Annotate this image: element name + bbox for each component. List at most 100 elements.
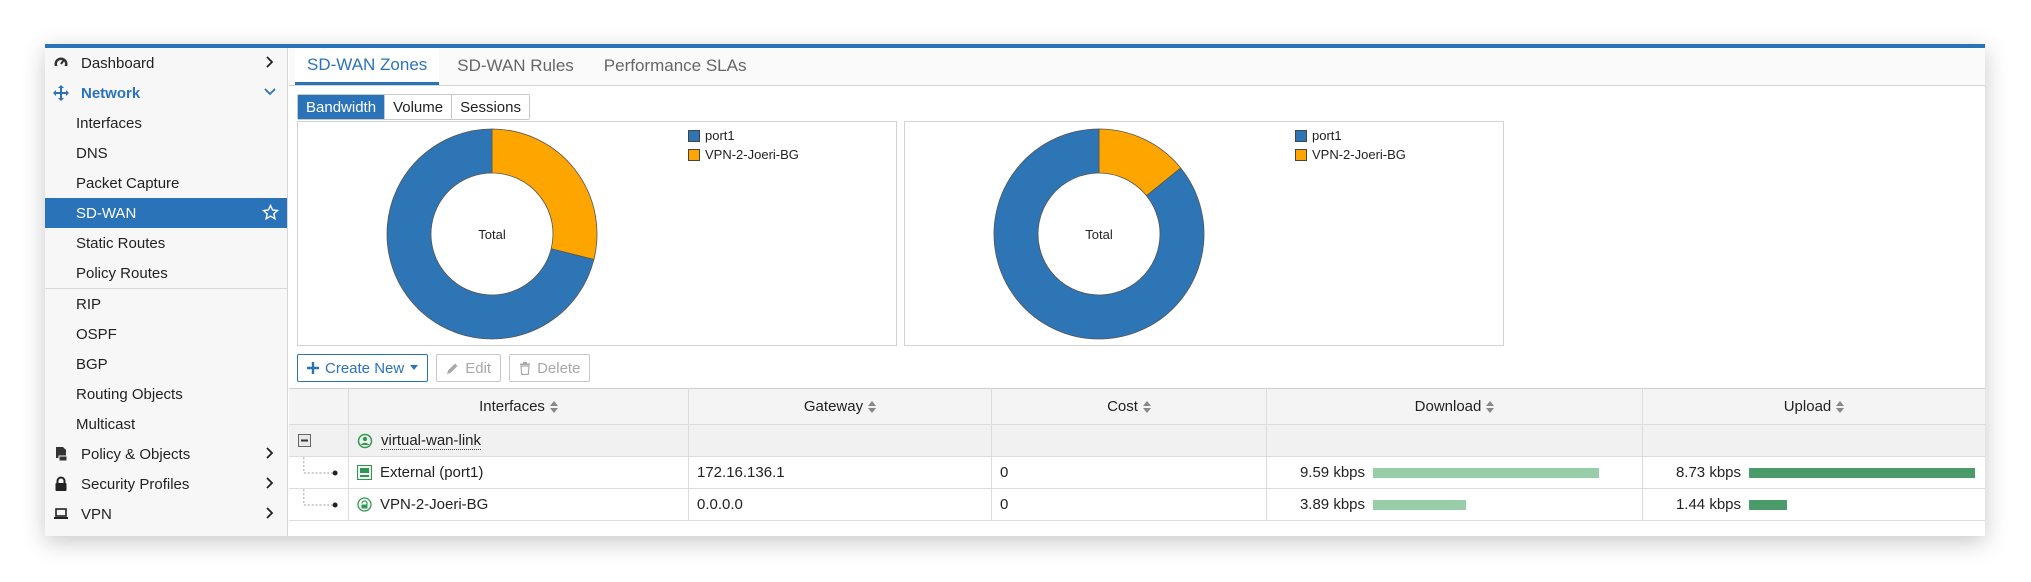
download-chart: Total port1 VPN-2-Joeri-BG — [297, 121, 897, 346]
donut-chart-2: Total — [993, 128, 1205, 340]
legend-swatch — [688, 129, 700, 142]
upload-bar-fill — [1749, 467, 1975, 478]
table-row[interactable]: External (port1) 172.16.136.1 0 9.59 kbp… — [289, 456, 1985, 489]
plus-icon — [307, 362, 319, 374]
gateway-cell: 172.16.136.1 — [689, 457, 992, 488]
sidebar-item-packet-capture[interactable]: Packet Capture — [45, 168, 287, 198]
header-gateway[interactable]: Gateway — [689, 389, 992, 424]
download-bar-fill — [1373, 499, 1466, 510]
header-upload[interactable]: Upload — [1643, 389, 1985, 424]
empty-cell — [1643, 425, 1985, 456]
legend-item-port1: port1 — [1295, 126, 1406, 145]
sidebar-item-routing-objects[interactable]: Routing Objects — [45, 379, 287, 409]
sort-icon — [1142, 400, 1151, 413]
download-bar — [1373, 499, 1599, 510]
create-new-label: Create New — [325, 359, 405, 377]
gateway-value: 172.16.136.1 — [697, 464, 785, 481]
sidebar-item-security-profiles[interactable]: Security Profiles — [45, 469, 287, 499]
sidebar-item-policy-objects[interactable]: Policy & Objects — [45, 439, 287, 469]
header-label: Cost — [1107, 398, 1138, 415]
legend-label: VPN-2-Joeri-BG — [705, 147, 799, 162]
tab-performance-slas[interactable]: Performance SLAs — [592, 48, 759, 85]
star-icon[interactable] — [262, 204, 279, 221]
sidebar-item-label: VPN — [81, 505, 112, 523]
upload-cell: 1.44 kbps — [1643, 489, 1985, 520]
edit-button[interactable]: Edit — [436, 354, 502, 382]
legend-item-port1: port1 — [688, 126, 799, 145]
header-interfaces[interactable]: Interfaces — [349, 389, 689, 424]
sidebar-item-vpn[interactable]: VPN — [45, 499, 287, 529]
legend-item-vpn: VPN-2-Joeri-BG — [1295, 145, 1406, 164]
group-name[interactable]: virtual-wan-link — [381, 432, 482, 450]
header-label: Gateway — [803, 398, 864, 415]
header-cost[interactable]: Cost — [992, 389, 1267, 424]
sidebar-item-label: RIP — [76, 295, 102, 313]
upload-chart: Total port1 VPN-2-Joeri-BG — [904, 121, 1504, 346]
download-cell: 9.59 kbps — [1267, 457, 1643, 488]
sidebar-item-dns[interactable]: DNS — [45, 138, 287, 168]
sidebar-item-label: Policy Routes — [76, 264, 168, 282]
sidebar-item-policy-routes[interactable]: Policy Routes — [45, 258, 287, 288]
sidebar-item-network[interactable]: Network — [45, 78, 287, 108]
toggle-bandwidth[interactable]: Bandwidth — [298, 95, 386, 119]
chart-legend: port1 VPN-2-Joeri-BG — [688, 126, 799, 164]
donut-slice-vpn-2-joeri-bg[interactable] — [491, 128, 598, 260]
sidebar-item-dashboard[interactable]: Dashboard — [45, 48, 287, 78]
gateway-cell: 0.0.0.0 — [689, 489, 992, 520]
upload-value: 8.73 kbps — [1675, 464, 1741, 481]
create-new-button[interactable]: Create New — [297, 354, 429, 382]
sort-icon — [1486, 400, 1495, 413]
download-cell: 3.89 kbps — [1267, 489, 1643, 520]
sidebar-item-static-routes[interactable]: Static Routes — [45, 228, 287, 258]
vpn-tunnel-icon — [357, 497, 372, 512]
empty-cell — [1267, 425, 1643, 456]
table-row[interactable]: VPN-2-Joeri-BG 0.0.0.0 0 3.89 kbps 1.44 … — [289, 488, 1985, 521]
policy-icon — [51, 444, 71, 464]
chart-mode-toggle: Bandwidth Volume Sessions — [297, 94, 530, 120]
sidebar-item-label: Network — [81, 84, 141, 102]
sidebar-item-interfaces[interactable]: Interfaces — [45, 108, 287, 138]
sidebar-item-label: Interfaces — [76, 114, 142, 132]
interface-name: VPN-2-Joeri-BG — [380, 496, 489, 513]
collapse-icon[interactable] — [298, 434, 311, 447]
delete-button[interactable]: Delete — [509, 354, 591, 382]
empty-cell — [992, 425, 1267, 456]
sidebar-item-rip[interactable]: RIP — [45, 289, 287, 319]
sidebar-item-label: Dashboard — [81, 54, 155, 72]
sidebar-item-ospf[interactable]: OSPF — [45, 319, 287, 349]
chevron-right-icon — [266, 507, 274, 519]
sort-icon — [549, 400, 558, 413]
cost-value: 0 — [1000, 464, 1009, 481]
sidebar-item-multicast[interactable]: Multicast — [45, 409, 287, 439]
toggle-sessions[interactable]: Sessions — [452, 95, 529, 119]
sort-icon — [1836, 400, 1845, 413]
edit-label: Edit — [465, 359, 492, 377]
network-icon — [51, 83, 71, 103]
sidebar: Dashboard Network Interfaces DNS Packet … — [45, 48, 288, 536]
download-value: 3.89 kbps — [1299, 496, 1365, 513]
sidebar-item-label: Packet Capture — [76, 174, 180, 192]
tree-connector — [289, 488, 349, 520]
laptop-icon — [51, 504, 71, 524]
toggle-volume[interactable]: Volume — [385, 95, 453, 119]
tab-sd-wan-rules[interactable]: SD-WAN Rules — [445, 48, 586, 85]
sidebar-item-label: Security Profiles — [81, 475, 190, 493]
header-download[interactable]: Download — [1267, 389, 1643, 424]
tab-sd-wan-zones[interactable]: SD-WAN Zones — [295, 48, 440, 85]
group-toggle-cell — [289, 425, 349, 456]
port-icon — [357, 465, 372, 480]
cost-cell: 0 — [992, 489, 1267, 520]
sidebar-item-bgp[interactable]: BGP — [45, 349, 287, 379]
sidebar-item-label: Policy & Objects — [81, 445, 191, 463]
sidebar-item-label: Routing Objects — [76, 385, 183, 403]
header-spacer — [289, 389, 349, 424]
upload-bar — [1749, 499, 1975, 510]
upload-bar-fill — [1749, 499, 1788, 510]
cost-value: 0 — [1000, 496, 1009, 513]
tab-bar: SD-WAN Zones SD-WAN Rules Performance SL… — [289, 48, 1985, 86]
sidebar-item-sd-wan[interactable]: SD-WAN — [45, 198, 287, 228]
trash-icon — [520, 361, 531, 375]
upload-bar — [1749, 467, 1975, 478]
donut-chart-1: Total — [386, 128, 598, 340]
table-group-row: virtual-wan-link — [289, 425, 1985, 457]
